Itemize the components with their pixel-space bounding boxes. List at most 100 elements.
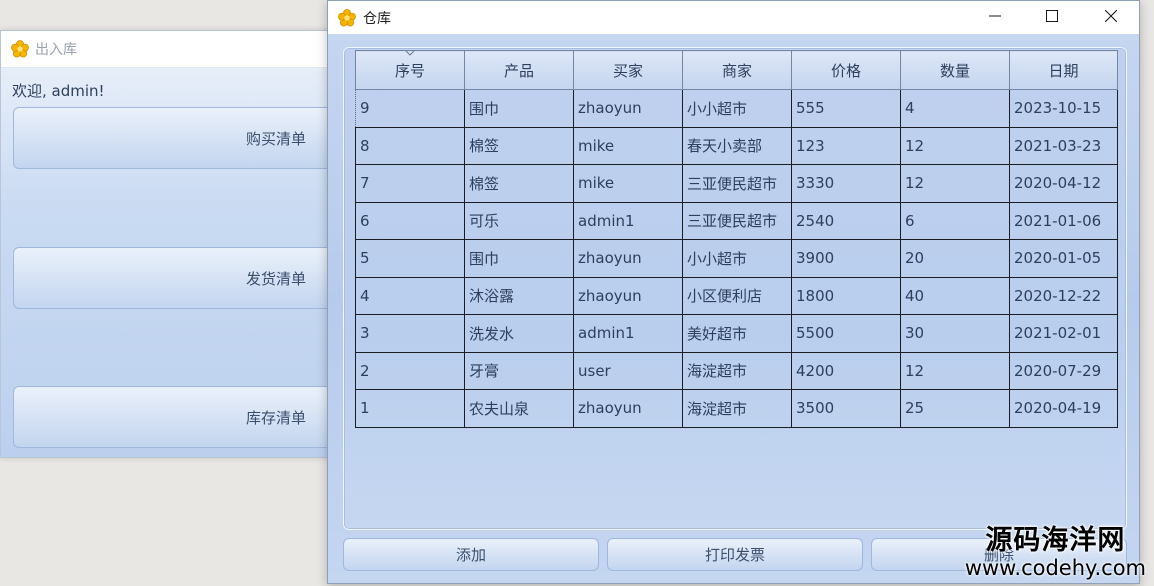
table-cell[interactable]: 3 [355,314,465,353]
table-cell[interactable]: 小小超市 [682,89,792,128]
table-cell[interactable]: 小小超市 [682,239,792,278]
print-invoice-button[interactable]: 打印发票 [607,538,863,571]
inout-window: 出入库 欢迎, admin! 购买清单 发货清单 库存清单 [0,30,343,458]
table-cell[interactable]: 3900 [791,239,901,278]
column-header[interactable]: 序号 [355,50,465,90]
table-cell[interactable]: 30 [900,314,1010,353]
table-cell[interactable]: 2021-03-23 [1009,126,1118,165]
table-cell[interactable]: zhaoyun [573,89,683,128]
table-cell[interactable]: 2020-12-22 [1009,276,1118,315]
table-cell[interactable]: 4200 [791,351,901,390]
table-cell[interactable]: 围巾 [464,89,574,128]
table-cell[interactable]: 12 [900,351,1010,390]
table-cell[interactable]: admin1 [573,314,683,353]
table-row[interactable]: 8 棉签 mike 春天小卖部 123 12 2021-03-23 [355,126,1118,165]
table-row[interactable]: 7 棉签 mike 三亚便民超市 3330 12 2020-04-12 [355,164,1118,203]
table-cell[interactable]: 三亚便民超市 [682,164,792,203]
flower-icon [11,40,29,58]
warehouse-window: 仓库 序号 产品 买家 商家 价格 数量 日期 9 围巾 zhaoyun 小小超市 555 4 2023… [327,0,1140,584]
table-cell[interactable]: 海淀超市 [682,389,792,428]
table-cell[interactable]: 围巾 [464,239,574,278]
table-cell[interactable]: 棉签 [464,126,574,165]
watermark-title: 源码海洋网 [985,525,1126,556]
maximize-button[interactable] [1023,1,1081,31]
table-cell[interactable]: 2020-07-29 [1009,351,1118,390]
table-cell[interactable]: 4 [900,89,1010,128]
table-row[interactable]: 9 围巾 zhaoyun 小小超市 555 4 2023-10-15 [355,89,1118,128]
sort-caret-icon [405,50,415,56]
table-cell[interactable]: 2540 [791,201,901,240]
table-cell[interactable]: 农夫山泉 [464,389,574,428]
table-cell[interactable]: user [573,351,683,390]
close-button[interactable] [1082,1,1140,31]
table-cell[interactable]: mike [573,164,683,203]
add-button[interactable]: 添加 [343,538,599,571]
table-cell[interactable]: zhaoyun [573,389,683,428]
column-header[interactable]: 商家 [682,50,792,90]
table-cell[interactable]: 三亚便民超市 [682,201,792,240]
table-cell[interactable]: 123 [791,126,901,165]
table-cell[interactable]: 沐浴露 [464,276,574,315]
table-row[interactable]: 2 牙膏 user 海淀超市 4200 12 2020-07-29 [355,351,1118,390]
table-cell[interactable]: 9 [355,89,465,128]
inout-titlebar[interactable]: 出入库 [1,31,339,68]
table-body: 9 围巾 zhaoyun 小小超市 555 4 2023-10-15 8 棉签 mike 春天小卖部… [355,89,1118,428]
table-cell[interactable]: 40 [900,276,1010,315]
table-cell[interactable]: 8 [355,126,465,165]
column-header[interactable]: 买家 [573,50,683,90]
table-cell[interactable]: 12 [900,126,1010,165]
table-cell[interactable]: 6 [900,201,1010,240]
table-row[interactable]: 4 沐浴露 zhaoyun 小区便利店 1800 40 2020-12-22 [355,276,1118,315]
table-cell[interactable]: 春天小卖部 [682,126,792,165]
table-cell[interactable]: 4 [355,276,465,315]
table-cell[interactable]: 海淀超市 [682,351,792,390]
column-header[interactable]: 数量 [900,50,1010,90]
table-cell[interactable]: 25 [900,389,1010,428]
table-cell[interactable]: 小区便利店 [682,276,792,315]
table-cell[interactable]: admin1 [573,201,683,240]
inventory-list-button[interactable]: 库存清单 [13,386,343,448]
table-cell[interactable]: 7 [355,164,465,203]
site-watermark: 源码海洋网 www.codehy.com [965,525,1146,581]
table-cell[interactable]: 12 [900,164,1010,203]
table-row[interactable]: 5 围巾 zhaoyun 小小超市 3900 20 2020-01-05 [355,239,1118,278]
shipping-list-button[interactable]: 发货清单 [13,247,343,309]
table-cell[interactable]: 2 [355,351,465,390]
table-cell[interactable]: 可乐 [464,201,574,240]
table-cell[interactable]: 2020-04-19 [1009,389,1118,428]
column-header[interactable]: 价格 [791,50,901,90]
table-cell[interactable]: 5500 [791,314,901,353]
column-header[interactable]: 产品 [464,50,574,90]
table-cell[interactable]: zhaoyun [573,276,683,315]
table-cell[interactable]: 美好超市 [682,314,792,353]
table-cell[interactable]: 棉签 [464,164,574,203]
table-cell[interactable]: 2021-02-01 [1009,314,1118,353]
table-cell[interactable]: 1 [355,389,465,428]
flower-icon [338,8,356,26]
table-cell[interactable]: 6 [355,201,465,240]
minimize-button[interactable] [966,1,1024,31]
table-cell[interactable]: mike [573,126,683,165]
table-cell[interactable]: 5 [355,239,465,278]
table-panel: 序号 产品 买家 商家 价格 数量 日期 9 围巾 zhaoyun 小小超市 555 4 2023-10… [343,47,1127,530]
table-cell[interactable]: 20 [900,239,1010,278]
table-cell[interactable]: 2021-01-06 [1009,201,1118,240]
warehouse-table[interactable]: 序号 产品 买家 商家 价格 数量 日期 9 围巾 zhaoyun 小小超市 555 4 2023-10… [355,50,1118,428]
table-cell[interactable]: 2023-10-15 [1009,89,1118,128]
table-row[interactable]: 6 可乐 admin1 三亚便民超市 2540 6 2021-01-06 [355,201,1118,240]
table-cell[interactable]: 555 [791,89,901,128]
table-cell[interactable]: zhaoyun [573,239,683,278]
table-cell[interactable]: 2020-01-05 [1009,239,1118,278]
table-row[interactable]: 1 农夫山泉 zhaoyun 海淀超市 3500 25 2020-04-19 [355,389,1118,428]
table-cell[interactable]: 洗发水 [464,314,574,353]
table-cell[interactable]: 2020-04-12 [1009,164,1118,203]
table-row[interactable]: 3 洗发水 admin1 美好超市 5500 30 2021-02-01 [355,314,1118,353]
table-cell[interactable]: 1800 [791,276,901,315]
column-header[interactable]: 日期 [1009,50,1118,90]
warehouse-titlebar[interactable]: 仓库 [328,1,1139,34]
table-cell[interactable]: 牙膏 [464,351,574,390]
purchase-list-button[interactable]: 购买清单 [13,107,343,169]
table-cell[interactable]: 3330 [791,164,901,203]
table-cell[interactable]: 3500 [791,389,901,428]
maximize-icon [1046,10,1058,22]
